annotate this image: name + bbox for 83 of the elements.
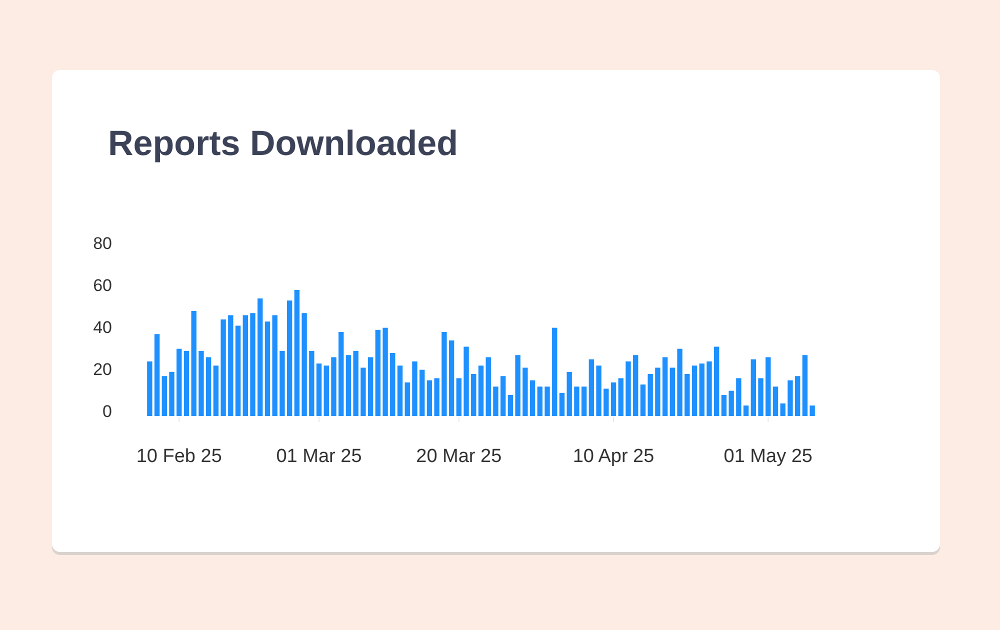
bar [169, 372, 174, 416]
bar [162, 376, 167, 416]
bar [736, 378, 742, 416]
bar [670, 368, 676, 416]
bar [772, 386, 778, 416]
y-tick-label: 80 [93, 234, 112, 253]
bar [316, 364, 322, 416]
x-tick-label: 20 Mar 25 [416, 446, 502, 467]
bar [610, 382, 616, 416]
bar [368, 357, 374, 416]
bar [743, 406, 749, 416]
bar [500, 376, 506, 416]
bar [198, 350, 204, 416]
bar [280, 350, 285, 416]
bar [574, 386, 580, 416]
bar [360, 368, 366, 416]
bar [566, 372, 572, 416]
bar [780, 403, 786, 416]
bar [677, 348, 682, 416]
bar [515, 355, 520, 416]
bar [456, 378, 462, 416]
bar [397, 366, 403, 416]
bar [486, 357, 491, 416]
bar [626, 361, 631, 416]
bar [559, 392, 565, 416]
bar [699, 364, 704, 416]
bar [420, 370, 425, 416]
x-tick-label: 10 Feb 25 [136, 446, 222, 467]
bar [434, 378, 440, 416]
bar [530, 380, 536, 416]
y-tick-label: 20 [93, 360, 112, 379]
y-tick-label: 0 [102, 402, 112, 421]
bar [404, 382, 410, 416]
bar [788, 380, 793, 416]
bar [147, 361, 152, 416]
bar [655, 368, 660, 416]
bar [353, 350, 358, 416]
bar [464, 346, 469, 416]
chart-title: Reports Downloaded [108, 123, 458, 165]
bar [588, 359, 594, 416]
bar [802, 355, 808, 416]
bar [640, 384, 646, 416]
bar [309, 350, 314, 416]
bar [331, 357, 336, 416]
bar [581, 386, 587, 416]
bar [206, 357, 212, 416]
bar [714, 346, 720, 416]
bar [795, 376, 800, 416]
x-tick-label: 10 Apr 25 [572, 446, 654, 467]
bar [596, 366, 602, 416]
bar [471, 374, 476, 416]
y-tick-label: 60 [93, 276, 112, 295]
bar [706, 361, 712, 416]
y-tick-label: 40 [93, 318, 112, 337]
bar [390, 353, 396, 416]
bar [346, 355, 352, 416]
bar [750, 359, 756, 416]
bar [478, 366, 484, 416]
bar [522, 368, 528, 416]
bar [544, 386, 550, 416]
bar [721, 395, 727, 416]
bar [176, 348, 182, 416]
bar [412, 361, 418, 416]
bar [508, 395, 514, 416]
bar [426, 380, 432, 416]
bar [537, 386, 542, 416]
bar [213, 366, 219, 416]
bar [692, 366, 698, 416]
bar [618, 378, 624, 416]
bar [758, 378, 764, 416]
bar [324, 366, 329, 416]
bar [810, 406, 815, 416]
bar [684, 374, 690, 416]
bar [766, 357, 771, 416]
bar [184, 350, 190, 416]
x-tick-label: 01 May 25 [724, 446, 812, 467]
bar [728, 390, 734, 416]
bar [633, 355, 638, 416]
bar [648, 374, 653, 416]
x-tick-label: 01 Mar 25 [276, 446, 362, 467]
bar [662, 357, 668, 416]
bar [604, 388, 609, 416]
bar [493, 386, 498, 416]
